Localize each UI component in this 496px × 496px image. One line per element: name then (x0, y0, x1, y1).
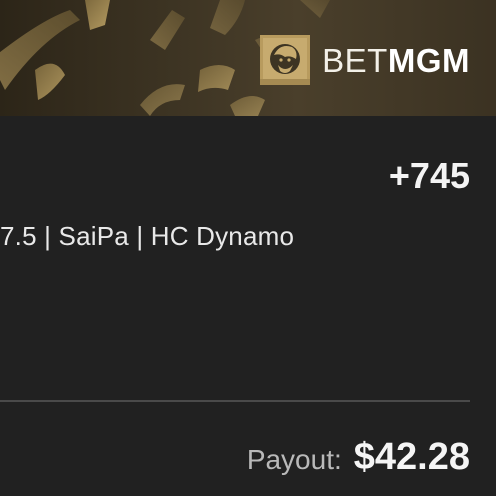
payout-value: $42.28 (353, 436, 470, 478)
brand-prefix: BET (322, 41, 388, 79)
header-banner: BETMGM (0, 0, 496, 116)
divider (0, 400, 470, 402)
brand-suffix: MGM (387, 41, 470, 79)
brand-wordmark: BETMGM (322, 44, 470, 77)
bet-odds: +745 (388, 155, 470, 196)
payout-label: Payout: (246, 444, 342, 475)
bet-slip-card: BETMGM +745 7.5 | SaiPa | HC Dynamo Payo… (0, 0, 496, 496)
betmgm-lion-logo-icon (260, 35, 311, 85)
payout-row: Payout: $42.28 (247, 436, 470, 479)
bet-selection: 7.5 | SaiPa | HC Dynamo (0, 221, 295, 251)
betmgm-logo: BETMGM (260, 34, 470, 86)
